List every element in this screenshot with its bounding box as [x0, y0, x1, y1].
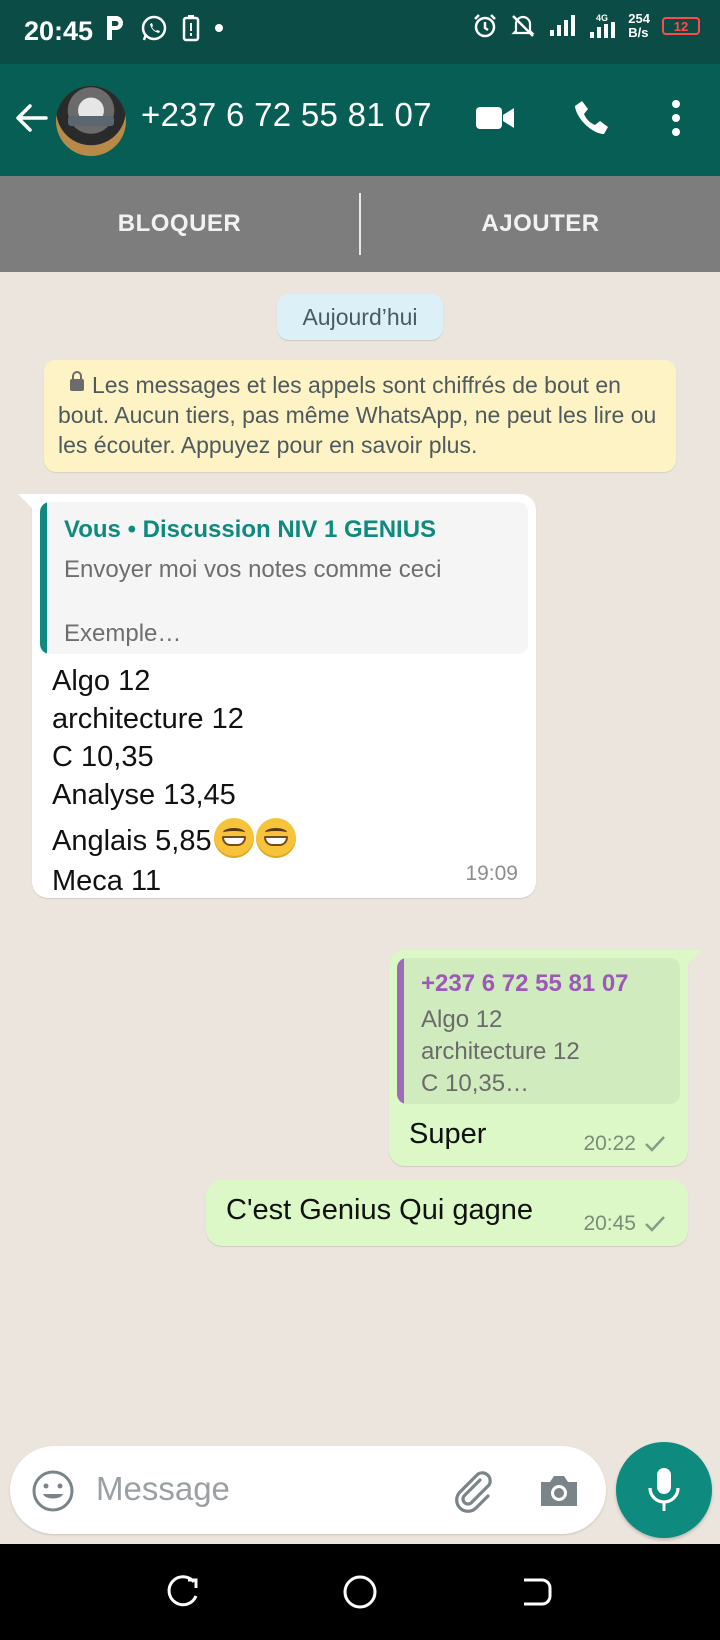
- microphone-icon: [648, 1468, 680, 1511]
- more-options-icon[interactable]: [666, 98, 686, 138]
- svg-text:4G: 4G: [596, 13, 608, 23]
- recent-apps-icon[interactable]: [166, 1574, 202, 1610]
- message-time: 20:45: [583, 1212, 636, 1235]
- message-composer[interactable]: Message: [10, 1446, 606, 1534]
- message-time: 20:22: [583, 1132, 636, 1155]
- sent-check-icon: [645, 1136, 665, 1152]
- home-icon[interactable]: [342, 1574, 378, 1610]
- quoted-message[interactable]: +237 6 72 55 81 07 Algo 12 architecture …: [397, 958, 680, 1104]
- dot-icon: [215, 24, 223, 32]
- signal-icon: [550, 15, 576, 36]
- message-time: 19:09: [465, 862, 518, 885]
- lock-icon: [70, 370, 84, 391]
- system-navigation-bar: [0, 1544, 720, 1640]
- date-chip: Aujourd’hui: [277, 294, 443, 340]
- message-line: Meca 11: [52, 865, 162, 897]
- contact-name[interactable]: +237 6 72 55 81 07: [141, 96, 432, 134]
- message-line: C 10,35: [52, 741, 154, 773]
- alarm-icon: [474, 14, 497, 38]
- quote-author: Vous • Discussion NIV 1 GENIUS: [64, 516, 437, 543]
- message-text: Algo 12 architecture 12 C 10,35 Analyse …: [52, 662, 296, 900]
- message-line: architecture 12: [52, 703, 244, 735]
- whatsapp-icon: [141, 15, 167, 41]
- grinning-face-emoji-icon: [255, 818, 296, 858]
- battery-saver-icon: [182, 15, 200, 42]
- back-nav-icon[interactable]: [518, 1574, 554, 1610]
- message-line-with-emoji: Anglais 5,85: [52, 818, 296, 860]
- message-text: Super: [409, 1118, 487, 1150]
- outgoing-reply-message[interactable]: +237 6 72 55 81 07 Algo 12 architecture …: [389, 950, 702, 1166]
- incoming-message[interactable]: Vous • Discussion NIV 1 GENIUS Envoyer m…: [18, 494, 536, 900]
- emoji-icon[interactable]: [30, 1468, 76, 1514]
- message-input[interactable]: Message: [96, 1470, 230, 1508]
- chat-area[interactable]: Aujourd’hui Les messages et les appels s…: [0, 272, 720, 1442]
- voice-message-button[interactable]: [616, 1442, 712, 1538]
- sent-check-icon: [645, 1216, 665, 1232]
- outgoing-message[interactable]: C'est Genius Qui gagne 20:45: [206, 1180, 688, 1246]
- grinning-face-emoji-icon: [213, 818, 254, 858]
- signal-4g-icon: 4G: [590, 13, 616, 38]
- encryption-notice[interactable]: Les messages et les appels sont chiffrés…: [44, 360, 676, 472]
- chat-header: +237 6 72 55 81 07: [0, 64, 720, 176]
- mute-icon: [511, 15, 535, 37]
- parking-icon: [107, 16, 123, 40]
- quote-text: Envoyer moi vos notes comme ceci Exemple…: [64, 556, 442, 647]
- quote-author: +237 6 72 55 81 07: [421, 970, 629, 997]
- voice-call-icon[interactable]: [572, 98, 612, 138]
- battery-indicator: 12: [662, 17, 700, 35]
- contact-avatar[interactable]: [56, 86, 126, 156]
- add-contact-button[interactable]: AJOUTER: [361, 210, 720, 238]
- status-bar: 20:45 4G 254 B/s 12: [0, 0, 720, 64]
- status-time: 20:45: [24, 16, 94, 46]
- back-arrow-icon[interactable]: [14, 100, 50, 136]
- block-button[interactable]: BLOQUER: [0, 210, 359, 238]
- network-speed: 254 B/s: [628, 11, 650, 40]
- message-line: Algo 12: [52, 665, 151, 697]
- encryption-notice-text: Les messages et les appels sont chiffrés…: [58, 372, 657, 458]
- message-text: C'est Genius Qui gagne: [226, 1194, 533, 1226]
- camera-icon[interactable]: [536, 1468, 582, 1514]
- attach-icon[interactable]: [450, 1468, 496, 1514]
- video-call-icon[interactable]: [474, 98, 516, 138]
- quoted-message[interactable]: Vous • Discussion NIV 1 GENIUS Envoyer m…: [40, 502, 528, 654]
- message-line: Analyse 13,45: [52, 779, 236, 811]
- unknown-contact-actions: BLOQUER AJOUTER: [0, 176, 720, 272]
- quote-text: Algo 12 architecture 12 C 10,35…: [421, 1006, 580, 1097]
